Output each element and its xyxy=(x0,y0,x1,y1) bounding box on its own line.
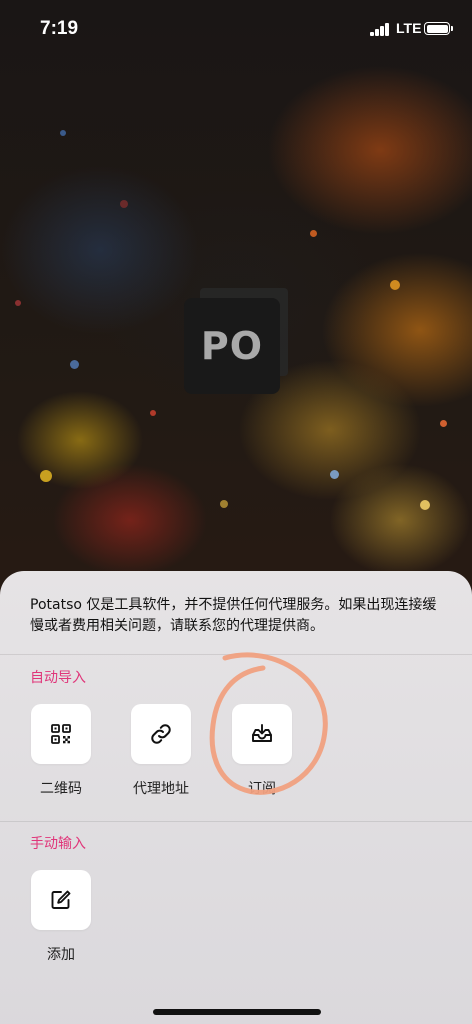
network-type: LTE xyxy=(396,20,422,36)
annotation-circle xyxy=(209,652,328,795)
status-time: 7:19 xyxy=(40,18,79,39)
cellular-signal-icon xyxy=(370,23,392,36)
proxy-url-button[interactable] xyxy=(131,704,191,764)
link-icon xyxy=(151,724,171,744)
app-logo-text: PO xyxy=(200,324,264,368)
section-title-manual-input: 手动输入 xyxy=(30,836,86,852)
qr-code-label: 二维码 xyxy=(40,781,82,797)
app-logo: PO xyxy=(184,298,280,394)
edit-icon xyxy=(51,890,71,909)
divider xyxy=(0,821,472,822)
qr-code-icon xyxy=(51,724,71,744)
battery-icon xyxy=(424,22,453,35)
proxy-url-label: 代理地址 xyxy=(133,781,189,797)
status-bar: 7:19 LTE xyxy=(0,0,472,58)
disclaimer-text: Potatso 仅是工具软件，并不提供任何代理服务。如果出现连接缓慢或者费用相关… xyxy=(30,597,437,634)
home-indicator[interactable] xyxy=(153,1009,321,1015)
section-title-auto-import: 自动导入 xyxy=(30,670,86,686)
add-label: 添加 xyxy=(47,947,75,963)
add-manual-button[interactable] xyxy=(31,870,91,930)
qr-code-button[interactable] xyxy=(31,704,91,764)
